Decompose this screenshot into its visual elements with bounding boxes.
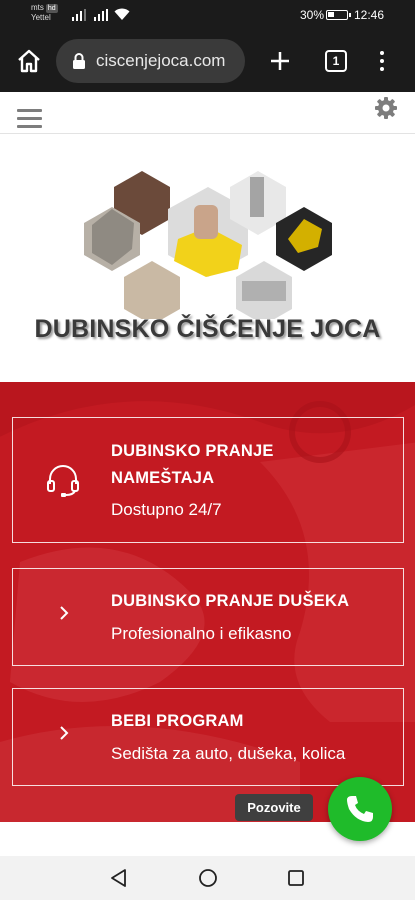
service-card-furniture[interactable]: DUBINSKO PRANJE NAMEŠTAJA Dostupno 24/7	[12, 417, 404, 543]
card-title: DUBINSKO PRANJE NAMEŠTAJA	[111, 442, 274, 487]
home-icon[interactable]	[16, 48, 42, 74]
carrier-name-2: Yettel	[31, 13, 51, 22]
status-bar: mts hd Yettel 30% 12:46	[0, 0, 415, 30]
logo-section: DUBINSKO ČIŠĆENJE JOCA	[0, 135, 415, 382]
wifi-icon	[114, 8, 130, 20]
card-subtitle: Dostupno 24/7	[111, 500, 222, 519]
card-subtitle: Sedišta za auto, dušeka, kolica	[111, 744, 346, 763]
url-text[interactable]: ciscenjejoca.com	[96, 51, 225, 71]
call-tooltip[interactable]: Pozovite	[235, 794, 313, 821]
service-card-baby-program[interactable]: BEBI PROGRAM Sedišta za auto, dušeka, ko…	[12, 688, 404, 786]
battery-percent: 30%	[300, 8, 325, 22]
carrier-name: mts	[31, 3, 44, 12]
gear-icon[interactable]	[374, 96, 398, 120]
back-icon[interactable]	[109, 868, 129, 888]
headset-icon	[47, 465, 79, 497]
card-subtitle: Profesionalno i efikasno	[111, 624, 292, 643]
carrier-info: mts hd Yettel	[31, 3, 58, 22]
more-menu-icon[interactable]	[376, 49, 388, 73]
home-nav-icon[interactable]	[198, 868, 218, 888]
logo-title: DUBINSKO ČIŠĆENJE JOCA	[34, 315, 381, 343]
card-title: DUBINSKO PRANJE DUŠEKA	[111, 592, 350, 610]
hd-badge: hd	[45, 4, 58, 13]
phone-icon	[347, 796, 373, 822]
battery-icon	[326, 10, 351, 20]
tab-switcher-button[interactable]: 1	[325, 50, 347, 72]
call-button[interactable]	[328, 777, 392, 841]
lock-icon[interactable]	[72, 53, 86, 70]
signal-icon-2	[94, 9, 108, 21]
service-card-mattress[interactable]: DUBINSKO PRANJE DUŠEKA Profesionalno i e…	[12, 568, 404, 666]
signal-icon	[72, 9, 86, 21]
card-title: BEBI PROGRAM	[111, 712, 244, 730]
recent-apps-icon[interactable]	[287, 869, 305, 887]
services-section: DUBINSKO PRANJE NAMEŠTAJA Dostupno 24/7 …	[0, 382, 415, 822]
site-header	[0, 92, 415, 134]
system-nav-bar	[0, 856, 415, 900]
chevron-right-icon	[60, 606, 69, 620]
clock: 12:46	[354, 8, 385, 22]
browser-toolbar: ciscenjejoca.com 1	[0, 30, 415, 92]
logo-image[interactable]	[82, 169, 334, 319]
new-tab-icon[interactable]	[268, 49, 292, 73]
menu-icon[interactable]	[17, 109, 42, 129]
address-bar[interactable]: ciscenjejoca.com	[56, 39, 245, 83]
chevron-right-icon	[60, 726, 69, 740]
